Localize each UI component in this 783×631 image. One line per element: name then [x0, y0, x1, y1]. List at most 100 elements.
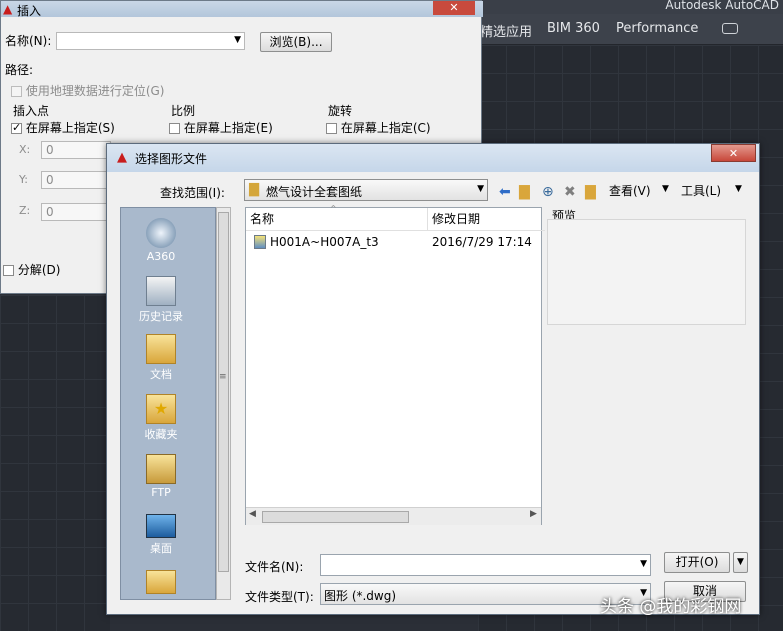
cad-app-title: Autodesk AutoCAD [665, 0, 779, 12]
rotation-onscreen-label: 在屏幕上指定(C) [340, 121, 431, 135]
sort-ascending-icon: ^ [330, 204, 337, 213]
tools-menu[interactable]: 工具(L) [681, 182, 721, 199]
look-in-label: 查找范围(I): [160, 186, 225, 200]
view-menu[interactable]: 查看(V) [609, 182, 651, 199]
place-ftp-label: FTP [151, 486, 171, 499]
file-dialog-titlebar: ▲ 选择图形文件 ✕ [107, 144, 759, 172]
explode-label: 分解(D) [17, 263, 61, 277]
table-row[interactable]: H001A~H007A_t3 2016/7/29 17:14 [252, 234, 539, 252]
file-dialog-close-button[interactable]: ✕ [711, 144, 756, 162]
geo-checkbox[interactable] [11, 86, 22, 97]
place-more[interactable] [121, 570, 201, 596]
scale-onscreen-checkbox[interactable] [169, 123, 180, 134]
place-a360-label: A360 [146, 250, 176, 263]
place-history-label: 历史记录 [139, 310, 183, 323]
insert-dialog-titlebar: ▲ 插入 ✕ [1, 1, 483, 18]
place-favorites-label: 收藏夹 [144, 428, 178, 441]
x-input[interactable]: 0 [41, 141, 111, 159]
new-folder-icon[interactable]: ▇ [585, 184, 596, 200]
place-documents-label: 文档 [150, 368, 172, 381]
a360-icon [146, 218, 176, 248]
y-input[interactable]: 0 [41, 171, 111, 189]
insert-close-button[interactable]: ✕ [433, 1, 475, 15]
scroll-right-icon[interactable]: ▶ [530, 509, 537, 519]
chevron-down-icon[interactable]: ▼ [640, 559, 647, 569]
select-file-dialog: ▲ 选择图形文件 ✕ 查找范围(I): ▇ 燃气设计全套图纸 ▼ ⬅ ▇ ⊕ ✖… [106, 143, 760, 615]
ribbon-tab-performance[interactable]: Performance [616, 21, 698, 36]
place-a360[interactable]: A360 [121, 218, 201, 263]
preview-pane [547, 219, 746, 325]
place-documents[interactable]: 文档 [121, 334, 201, 382]
back-arrow-icon[interactable]: ⬅ [499, 184, 511, 200]
ribbon-tab-bim360[interactable]: BIM 360 [547, 21, 600, 36]
view-dropdown-icon[interactable]: ▼ [662, 184, 669, 194]
filetype-label: 文件类型(T): [245, 590, 314, 604]
geo-checkbox-label: 使用地理数据进行定位(G) [25, 84, 165, 98]
tools-dropdown-icon[interactable]: ▼ [735, 184, 742, 194]
look-in-value: 燃气设计全套图纸 [266, 185, 363, 199]
name-label: 名称(N): [5, 34, 52, 48]
file-name: H001A~H007A_t3 [270, 235, 379, 249]
filename-label: 文件名(N): [245, 560, 304, 574]
filename-input[interactable]: ▼ [320, 554, 651, 576]
scroll-left-icon[interactable]: ◀ [249, 509, 256, 519]
delete-icon[interactable]: ✖ [564, 184, 576, 200]
column-header-name[interactable]: 名称 [246, 208, 428, 231]
place-favorites[interactable]: ★ 收藏夹 [121, 394, 201, 442]
desktop-icon [146, 514, 176, 538]
scale-onscreen-row: 在屏幕上指定(E) [169, 119, 273, 136]
chevron-down-icon[interactable]: ▼ [477, 184, 484, 194]
explode-checkbox[interactable] [3, 265, 14, 276]
places-scrollbar[interactable]: ≡ [216, 207, 231, 600]
file-dialog-title: 选择图形文件 [135, 152, 208, 166]
chevron-down-icon[interactable]: ▼ [234, 35, 241, 45]
open-dropdown-icon[interactable]: ▼ [733, 552, 748, 573]
file-modified: 2016/7/29 17:14 [432, 235, 532, 249]
place-desktop[interactable]: 桌面 [121, 514, 201, 556]
search-web-icon[interactable]: ⊕ [542, 184, 554, 200]
folder-icon [146, 570, 176, 594]
column-header-modified[interactable]: 修改日期 [428, 208, 545, 231]
favorites-folder-icon: ★ [146, 394, 176, 424]
open-button[interactable]: 打开(O) [664, 552, 730, 573]
z-label: Z: [19, 204, 31, 217]
insertion-onscreen-checkbox[interactable] [11, 121, 22, 134]
folder-icon: ▇ [249, 182, 259, 197]
insert-dialog-title: 插入 [17, 4, 42, 18]
places-bar: A360 历史记录 文档 ★ 收藏夹 FTP 桌面 [120, 207, 216, 600]
place-ftp[interactable]: FTP [121, 454, 201, 499]
autocad-logo-icon: ▲ [3, 2, 13, 16]
place-desktop-label: 桌面 [150, 542, 172, 555]
file-list[interactable]: 名称 ^ 修改日期 H001A~H007A_t3 2016/7/29 17:14… [245, 204, 545, 525]
ribbon-toggle-icon[interactable] [722, 23, 738, 34]
look-in-combobox[interactable]: ▇ 燃气设计全套图纸 ▼ [244, 179, 488, 201]
y-label: Y: [19, 173, 28, 186]
file-list-hscrollbar[interactable]: ◀ ▶ [246, 507, 541, 525]
watermark: 头条 @我的彩钢网 [600, 597, 742, 617]
dwg-file-icon [254, 235, 266, 249]
z-input[interactable]: 0 [41, 203, 111, 221]
insertion-point-title: 插入点 [13, 104, 50, 118]
grip-icon: ≡ [219, 372, 227, 382]
rotation-onscreen-row: 在屏幕上指定(C) [326, 119, 431, 136]
column-modified-label: 修改日期 [432, 212, 481, 226]
drawing-canvas-left[interactable] [0, 295, 110, 631]
hscroll-thumb[interactable] [262, 511, 409, 523]
scale-title: 比例 [171, 104, 196, 118]
up-folder-icon[interactable]: ▇ [519, 184, 530, 200]
x-label: X: [19, 143, 31, 156]
browse-button[interactable]: 浏览(B)... [260, 32, 332, 52]
autocad-logo-icon: ▲ [117, 150, 127, 165]
documents-folder-icon [146, 334, 176, 364]
rotation-onscreen-checkbox[interactable] [326, 123, 337, 134]
path-label: 路径: [5, 63, 34, 77]
rotation-title: 旋转 [328, 104, 353, 118]
ribbon-tab-featured-apps[interactable]: 精选应用 [480, 21, 532, 40]
places-scroll-thumb[interactable] [218, 212, 229, 572]
filetype-value: 图形 (*.dwg) [324, 589, 397, 603]
insertion-onscreen-row: 在屏幕上指定(S) [11, 119, 115, 136]
cad-ribbon: 精选应用 BIM 360 Performance [478, 14, 783, 45]
insertion-onscreen-label: 在屏幕上指定(S) [25, 121, 115, 135]
place-history[interactable]: 历史记录 [121, 276, 201, 324]
name-combobox[interactable]: ▼ [56, 32, 245, 50]
